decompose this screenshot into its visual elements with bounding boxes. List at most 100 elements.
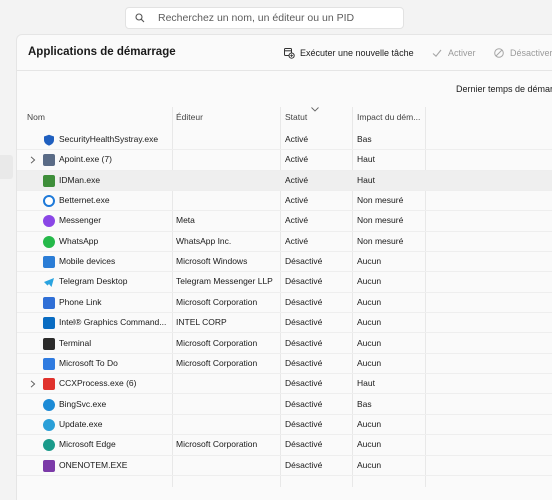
sidebar-selection — [0, 155, 13, 179]
search-icon — [135, 13, 145, 23]
app-status: Désactivé — [285, 337, 323, 348]
app-status: Activé — [285, 215, 309, 226]
app-impact: Aucun — [357, 276, 382, 287]
run-new-task-label: Exécuter une nouvelle tâche — [300, 48, 414, 58]
table-row[interactable]: Terminal Microsoft Corporation Désactivé Au… — [17, 334, 552, 354]
chevron-right-icon[interactable] — [30, 156, 36, 164]
search-box[interactable]: Recherchez un nom, un éditeur ou un PID — [125, 7, 404, 29]
table-row[interactable]: SecurityHealthSystray.exe Activé Bas — [17, 130, 552, 151]
app-status: Désactivé — [285, 276, 323, 287]
table-row[interactable]: Microsoft To Do Microsoft Corporation Désa… — [17, 354, 552, 375]
search-input[interactable]: Recherchez un nom, un éditeur ou un PID — [158, 12, 354, 24]
table-row[interactable]: Telegram Desktop Telegram Messenger LLP Dé… — [17, 272, 552, 293]
app-status: Désactivé — [285, 398, 323, 409]
page-title: Applications de démarrage — [28, 46, 176, 58]
app-impact: Haut — [357, 154, 375, 165]
table-row[interactable]: ONENOTEM.EXE Désactivé Aucun — [17, 456, 552, 476]
app-impact: Non mesuré — [357, 215, 404, 226]
app-impact: Aucun — [357, 418, 382, 429]
edge-icon — [43, 439, 55, 452]
app-impact: Aucun — [357, 337, 382, 348]
table-row[interactable]: Update.exe Désactivé Aucun — [17, 415, 552, 436]
app-status: Désactivé — [285, 439, 323, 450]
idm-icon — [43, 174, 55, 187]
app-status: Désactivé — [285, 418, 323, 429]
app-impact: Aucun — [357, 439, 382, 450]
run-task-icon — [283, 47, 295, 59]
run-new-task-button[interactable]: Exécuter une nouvelle tâche — [283, 45, 414, 61]
app-impact: Aucun — [357, 317, 382, 328]
app-impact: Aucun — [357, 357, 382, 368]
app-name: IDMan.exe — [59, 174, 101, 185]
app-name: Update.exe — [59, 418, 103, 429]
app-publisher: Microsoft Corporation — [176, 296, 258, 307]
table-row[interactable]: Messenger Meta Activé Non mesuré — [17, 211, 552, 232]
enable-button[interactable]: Activer — [431, 45, 476, 61]
app-impact: Aucun — [357, 459, 382, 470]
table-row[interactable]: Microsoft Edge Microsoft Corporation Désac… — [17, 435, 552, 456]
intel-icon — [43, 317, 55, 330]
app-publisher: Microsoft Corporation — [176, 439, 258, 450]
enable-label: Activer — [448, 48, 476, 58]
update-icon — [43, 418, 55, 431]
app-name: Betternet.exe — [59, 195, 110, 206]
app-impact: Bas — [357, 134, 372, 144]
last-boot-time-label: Dernier temps de démarrage — [456, 84, 552, 94]
app-status: Activé — [285, 174, 309, 185]
app-impact: Non mesuré — [357, 235, 404, 246]
column-header-name[interactable]: Nom — [27, 112, 45, 129]
app-publisher: Microsoft Corporation — [176, 337, 258, 348]
block-icon — [493, 47, 505, 59]
table-row[interactable]: CCXProcess.exe (6) Désactivé Haut — [17, 374, 552, 395]
checkmark-icon — [431, 47, 443, 59]
table-row[interactable]: Intel® Graphics Command... INTEL CORP Désa… — [17, 313, 552, 334]
column-header-publisher[interactable]: Éditeur — [176, 112, 203, 129]
telegram-icon — [43, 276, 55, 288]
messenger-icon — [43, 215, 55, 228]
disable-button[interactable]: Désactiver — [493, 45, 552, 61]
app-status: Activé — [285, 134, 309, 144]
ring-icon — [43, 195, 55, 208]
app-name: SecurityHealthSystray.exe — [59, 134, 159, 144]
shield-icon — [43, 134, 55, 146]
table-row[interactable]: BingSvc.exe Désactivé Bas — [17, 395, 552, 415]
table-row[interactable]: Phone Link Microsoft Corporation Désactivé… — [17, 293, 552, 314]
panel-header: Applications de démarrage Exécuter une n… — [17, 35, 552, 71]
column-header-impact[interactable]: Impact du dém... — [357, 112, 420, 129]
app-name: CCXProcess.exe (6) — [59, 378, 137, 389]
table-row[interactable]: WhatsApp WhatsApp Inc. Activé Non mesuré — [17, 232, 552, 253]
app-status: Désactivé — [285, 256, 323, 267]
todo-icon — [43, 357, 55, 370]
table-row[interactable]: Betternet.exe Activé Non mesuré — [17, 191, 552, 212]
app-status: Désactivé — [285, 317, 323, 328]
app-publisher: WhatsApp Inc. — [176, 235, 232, 246]
app-impact: Non mesuré — [357, 195, 404, 206]
window-icon — [43, 154, 55, 167]
app-impact: Haut — [357, 378, 375, 389]
app-status: Désactivé — [285, 296, 323, 307]
adobe-icon — [43, 378, 55, 391]
app-status: Activé — [285, 154, 309, 165]
app-status: Activé — [285, 195, 309, 206]
table-row[interactable]: Apoint.exe (7) Activé Haut — [17, 150, 552, 171]
app-publisher: Meta — [176, 215, 195, 226]
chevron-right-icon[interactable] — [30, 380, 36, 388]
app-impact: Aucun — [357, 296, 382, 307]
disable-label: Désactiver — [510, 48, 552, 58]
startup-apps-panel: Applications de démarrage Exécuter une n… — [16, 34, 552, 500]
phone-icon — [43, 256, 55, 269]
app-status: Activé — [285, 235, 309, 246]
app-publisher: Microsoft Corporation — [176, 357, 258, 368]
onenote-icon — [43, 459, 55, 472]
column-header-status[interactable]: Statut — [285, 112, 307, 129]
app-status: Désactivé — [285, 357, 323, 368]
app-impact: Haut — [357, 174, 375, 185]
table-row[interactable]: IDMan.exe Activé Haut — [17, 170, 552, 191]
app-status: Désactivé — [285, 459, 323, 470]
app-publisher: Telegram Messenger LLP — [176, 276, 273, 287]
chevron-down-icon[interactable] — [311, 107, 319, 112]
app-impact: Aucun — [357, 256, 382, 267]
whatsapp-icon — [43, 235, 55, 248]
app-name: BingSvc.exe — [59, 398, 107, 409]
table-row[interactable]: Mobile devices Microsoft Windows Désactivé… — [17, 252, 552, 273]
